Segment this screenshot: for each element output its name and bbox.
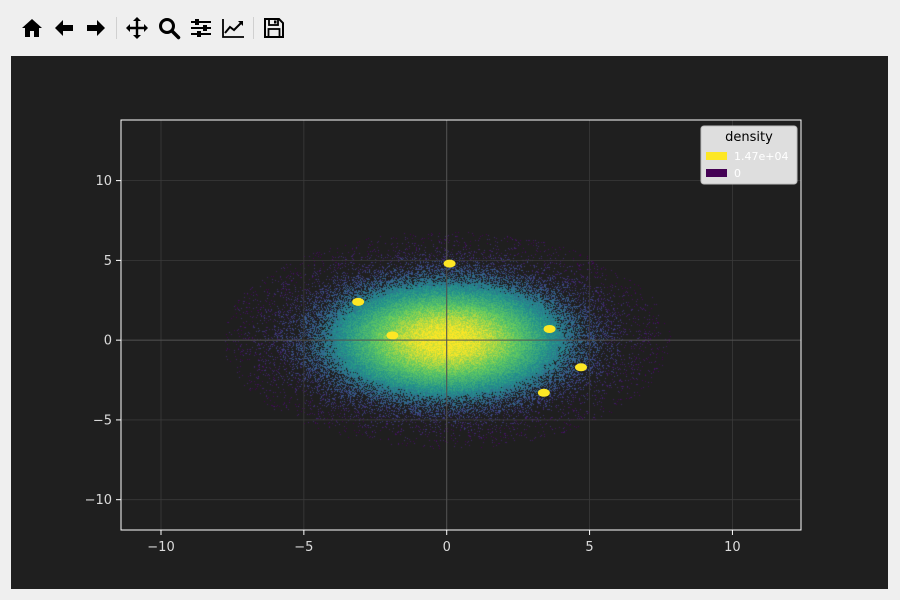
highlight-point: [352, 297, 365, 306]
highlight-point: [537, 388, 550, 397]
x-tick-label: −10: [147, 540, 174, 555]
legend-label: 0: [734, 167, 741, 180]
figure-canvas[interactable]: −10 −5 0 5 10 −10 −5 0 5 10 density 1.47e+04 0: [11, 56, 888, 589]
forward-icon[interactable]: [80, 12, 112, 44]
highlight-point: [386, 331, 399, 340]
legend-label: 1.47e+04: [734, 150, 788, 163]
y-tick-label: 10: [95, 174, 112, 189]
home-icon[interactable]: [16, 12, 48, 44]
toolbar: [0, 0, 900, 56]
zoom-icon[interactable]: [153, 12, 185, 44]
back-icon[interactable]: [48, 12, 80, 44]
edit-axes-icon[interactable]: [217, 12, 249, 44]
highlight-point: [575, 363, 587, 372]
y-tick-label: −5: [93, 413, 112, 428]
x-tick-label: 10: [724, 540, 741, 555]
legend-swatch: [706, 152, 727, 160]
toolbar-separator: [253, 17, 254, 39]
highlight-point: [543, 324, 556, 333]
density-heatmap: [121, 120, 801, 530]
y-tick-label: 0: [104, 334, 112, 349]
y-tick-label: −10: [85, 493, 112, 508]
highlight-point: [443, 259, 456, 268]
save-icon[interactable]: [258, 12, 290, 44]
legend-swatch: [706, 169, 727, 177]
x-tick-label: 5: [585, 540, 593, 555]
pan-icon[interactable]: [121, 12, 153, 44]
x-tick-label: 0: [443, 540, 451, 555]
configure-subplots-icon[interactable]: [185, 12, 217, 44]
y-tick-label: 5: [104, 254, 112, 269]
chart: −10 −5 0 5 10 −10 −5 0 5 10 density 1.47e+04 0: [85, 119, 802, 555]
toolbar-separator: [116, 17, 117, 39]
x-tick-label: −5: [294, 540, 313, 555]
legend-title: density: [725, 130, 773, 145]
